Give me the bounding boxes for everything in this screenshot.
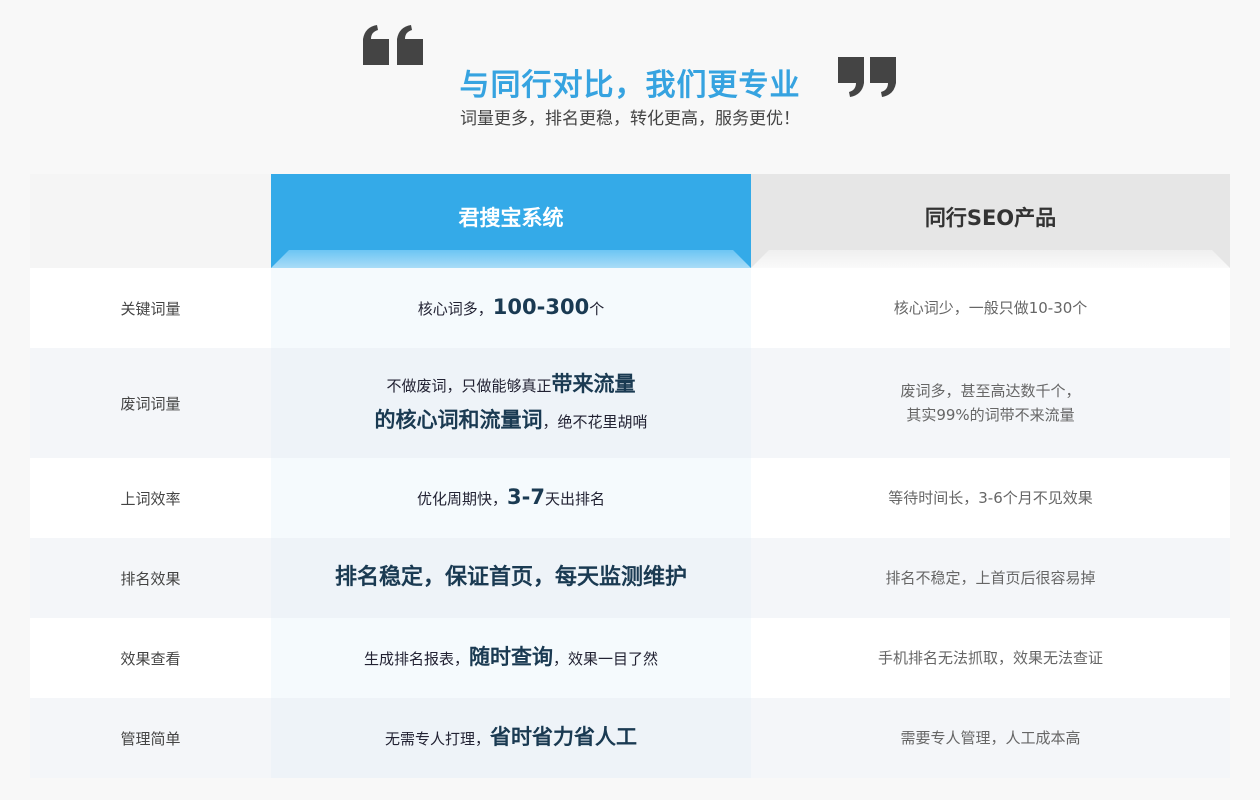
- peer-text: 其实99%的词带不来流量: [906, 406, 1075, 424]
- quote-close-icon: [838, 57, 896, 97]
- ours-text: 无需专人打理，: [384, 730, 490, 749]
- peer-text: 等待时间长，3-6个月不见效果: [888, 489, 1093, 507]
- peer-text: 需要专人管理，人工成本高: [900, 729, 1081, 747]
- ours-highlight: 随时查询: [469, 645, 553, 670]
- ours-cell: 不做废词，只做能够真正带来流量 的核心词和流量词，绝不花里胡哨: [271, 348, 751, 458]
- ours-text: 不做废词，只做能够真正: [386, 377, 552, 396]
- row-label: 效果查看: [30, 618, 271, 698]
- ours-highlight: 的核心词和流量词: [374, 408, 543, 432]
- ours-highlight: 带来流量: [551, 372, 636, 397]
- header-peer: 同行SEO产品: [751, 174, 1230, 268]
- ours-cell: 优化周期快，3-7天出排名: [271, 458, 751, 538]
- row-label: 上词效率: [30, 458, 271, 538]
- ours-cell: 核心词多，100-300个: [271, 268, 751, 348]
- page-subtitle: 词量更多，排名更稳，转化更高，服务更优！: [460, 109, 800, 129]
- table-row: 废词词量 不做废词，只做能够真正带来流量 的核心词和流量词，绝不花里胡哨 废词多…: [30, 348, 1230, 458]
- table-row: 管理简单 无需专人打理，省时省力省人工 需要专人管理，人工成本高: [30, 698, 1230, 778]
- table-row: 效果查看 生成排名报表，随时查询，效果一目了然 手机排名无法抓取，效果无法查证: [30, 618, 1230, 698]
- ours-highlight: 100-300: [492, 295, 590, 320]
- ours-text: ，效果一目了然: [553, 650, 659, 669]
- ours-text: ，绝不花里胡哨: [542, 413, 648, 431]
- peer-cell: 核心词少，一般只做10-30个: [751, 268, 1230, 348]
- header-peer-label: 同行SEO产品: [924, 206, 1057, 230]
- table-row: 上词效率 优化周期快，3-7天出排名 等待时间长，3-6个月不见效果: [30, 458, 1230, 538]
- table-row: 排名效果 排名稳定，保证首页，每天监测维护 排名不稳定，上首页后很容易掉: [30, 538, 1230, 618]
- table-row: 关键词量 核心词多，100-300个 核心词少，一般只做10-30个: [30, 268, 1230, 348]
- ours-text: 优化周期快，: [417, 490, 508, 509]
- ours-highlight: 排名稳定，保证首页，每天监测维护: [334, 565, 687, 591]
- ours-cell: 排名稳定，保证首页，每天监测维护: [271, 538, 751, 618]
- ours-highlight: 3-7: [507, 485, 545, 510]
- peer-text: 手机排名无法抓取，效果无法查证: [877, 649, 1103, 667]
- row-label: 排名效果: [30, 538, 271, 618]
- page-title: 与同行对比，我们更专业: [459, 68, 801, 103]
- section-header: 与同行对比，我们更专业 词量更多，排名更稳，转化更高，服务更优！: [0, 0, 1260, 150]
- ours-highlight: 省时省力省人工: [490, 725, 637, 750]
- row-label: 废词词量: [30, 348, 271, 458]
- ours-text: 个: [589, 300, 605, 319]
- ours-cell: 无需专人打理，省时省力省人工: [271, 698, 751, 778]
- peer-text: 废词多，甚至高达数千个，: [900, 382, 1081, 400]
- ours-text: 核心词多，: [417, 300, 493, 319]
- peer-cell: 废词多，甚至高达数千个， 其实99%的词带不来流量: [751, 348, 1230, 458]
- peer-cell: 手机排名无法抓取，效果无法查证: [751, 618, 1230, 698]
- ours-text: 天出排名: [544, 490, 605, 509]
- row-label: 关键词量: [30, 268, 271, 348]
- peer-cell: 等待时间长，3-6个月不见效果: [751, 458, 1230, 538]
- table-header: 君搜宝系统 同行SEO产品: [30, 174, 1230, 268]
- comparison-table: 君搜宝系统 同行SEO产品 关键词量 核心词多，100-300个 核心词少，一般…: [30, 174, 1230, 778]
- quote-open-icon: [363, 25, 423, 65]
- peer-text: 核心词少，一般只做10-30个: [893, 299, 1088, 317]
- ours-text: 生成排名报表，: [363, 650, 469, 669]
- row-label: 管理简单: [30, 698, 271, 778]
- header-ours: 君搜宝系统: [271, 174, 751, 268]
- header-ours-label: 君搜宝系统: [458, 206, 564, 230]
- ours-cell: 生成排名报表，随时查询，效果一目了然: [271, 618, 751, 698]
- peer-cell: 排名不稳定，上首页后很容易掉: [751, 538, 1230, 618]
- peer-cell: 需要专人管理，人工成本高: [751, 698, 1230, 778]
- peer-text: 排名不稳定，上首页后很容易掉: [885, 569, 1096, 587]
- header-blank-cell: [30, 174, 271, 268]
